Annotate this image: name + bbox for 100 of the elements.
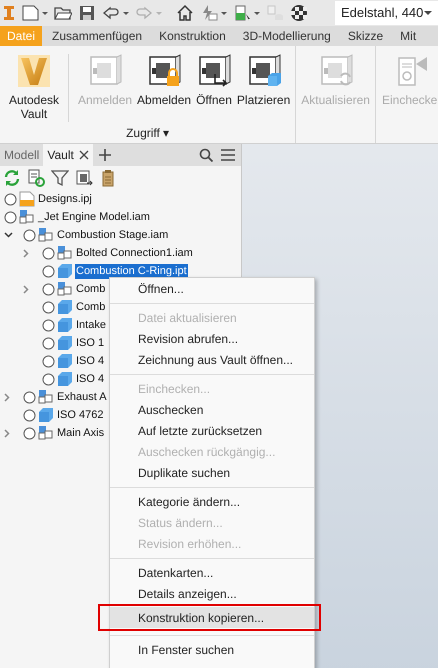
caret-icon	[42, 12, 48, 14]
menu-icon[interactable]	[221, 149, 235, 161]
tree-item[interactable]: Combustion Stage.iam	[56, 228, 170, 242]
refresh-icon[interactable]	[3, 169, 21, 187]
part-cursor-tool[interactable]	[233, 4, 260, 22]
tree-item[interactable]: Main Axis	[56, 426, 106, 440]
tree-item[interactable]: ISO 4	[75, 354, 106, 368]
safe-arrow-icon[interactable]	[75, 169, 93, 187]
status-circle-icon	[4, 192, 17, 206]
undo-tool[interactable]	[102, 4, 129, 22]
tree-item[interactable]: Intake	[75, 318, 107, 332]
group-label[interactable]: Zugriff ▾	[126, 124, 170, 142]
tree-item[interactable]: ISO 4762	[56, 408, 104, 422]
tree-item[interactable]: Bolted Connection1.iam	[75, 246, 194, 260]
redo-icon	[135, 4, 153, 22]
material-dropdown[interactable]: Edelstahl, 440	[335, 1, 438, 25]
menu-item[interactable]: Konstruktion kopieren...	[110, 607, 314, 628]
ribbon-tab[interactable]: Zusammenfügen	[45, 26, 150, 46]
caret-icon	[254, 12, 260, 14]
panel-tab[interactable]: Modell	[0, 144, 44, 166]
undo-icon	[102, 4, 120, 22]
safe-arrow-icon	[197, 54, 231, 88]
status-circle-icon	[23, 390, 36, 404]
ribbon-tab[interactable]: Mit	[393, 26, 424, 46]
blocks-icon	[38, 227, 54, 243]
list-refresh-icon[interactable]	[27, 169, 45, 187]
cube-icon	[57, 371, 73, 387]
new-file-tool[interactable]	[21, 4, 48, 22]
safe-lock-icon	[147, 54, 182, 88]
filter-icon[interactable]	[51, 169, 69, 187]
tree-item[interactable]: ISO 1	[75, 336, 106, 350]
blocks-icon	[19, 209, 35, 225]
caret-icon	[221, 12, 227, 14]
status-circle-icon	[42, 264, 55, 278]
ribbon-button[interactable]: Abmelden	[135, 54, 194, 107]
menu-item[interactable]: Datenkarten...	[110, 562, 314, 583]
ribbon-button[interactable]: Öffnen	[194, 54, 234, 107]
menu-item[interactable]: In Fenster suchen	[110, 639, 314, 660]
menu-item[interactable]: Zeichnung aus Vault öffnen...	[110, 349, 314, 370]
ribbon-tab[interactable]: Skizze	[340, 26, 390, 46]
save-icon	[78, 4, 96, 22]
save-tool[interactable]	[78, 4, 96, 22]
close-icon[interactable]	[78, 150, 89, 160]
add-icon[interactable]	[98, 149, 111, 161]
menu-item[interactable]: Duplikate suchen	[110, 462, 314, 483]
cube-icon	[57, 335, 73, 351]
checker-ball-tool[interactable]	[290, 4, 308, 22]
ribbon-button[interactable]: Platzieren	[234, 54, 292, 107]
menu-item[interactable]: Auschecken	[110, 399, 314, 420]
lightning-icon	[200, 4, 218, 22]
database-icon	[266, 4, 284, 22]
caret-icon	[156, 12, 162, 14]
ribbon-tab[interactable]: Konstruktion	[152, 26, 233, 46]
project-file-icon	[19, 191, 35, 207]
tree-item[interactable]: _Jet Engine Model.iam	[37, 210, 151, 224]
expand-caret-icon[interactable]	[4, 232, 13, 238]
tree-item[interactable]: Comb	[75, 300, 106, 314]
tree-item[interactable]: ISO 4	[75, 372, 106, 386]
status-circle-icon	[23, 426, 36, 440]
lightning-tool[interactable]	[200, 4, 227, 22]
blocks-icon	[57, 245, 73, 261]
tree-item[interactable]: Combustion C-Ring.ipt	[75, 264, 188, 278]
status-circle-icon	[42, 282, 55, 296]
cube-icon	[57, 299, 73, 315]
status-circle-icon	[23, 228, 36, 242]
caret-icon	[123, 12, 129, 14]
panel-tab[interactable]: Vault	[43, 144, 93, 166]
home-icon	[176, 4, 194, 22]
blocks-icon	[38, 425, 54, 441]
tree-item[interactable]: Comb	[75, 282, 106, 296]
checker-ball-icon	[290, 4, 308, 22]
status-circle-icon	[23, 408, 36, 422]
menu-item[interactable]: Kategorie ändern...	[110, 491, 314, 512]
ribbon-tab[interactable]: 3D-Modellierung	[236, 26, 338, 46]
caret-icon	[424, 11, 432, 15]
cube-icon	[57, 353, 73, 369]
cube-icon	[57, 263, 73, 279]
blocks-icon	[38, 389, 54, 405]
blocks-icon	[57, 281, 73, 297]
beam-logo-icon	[3, 5, 15, 21]
tree-item[interactable]: Designs.ipj	[37, 192, 93, 206]
home-tool[interactable]	[176, 4, 194, 22]
status-circle-icon	[42, 372, 55, 386]
menu-item[interactable]: Öffnen...	[110, 278, 314, 299]
tree-item[interactable]: Exhaust A	[56, 390, 108, 404]
search-icon[interactable]	[199, 148, 213, 162]
menu-item[interactable]: Details anzeigen...	[110, 583, 314, 604]
status-circle-icon	[42, 354, 55, 368]
status-circle-icon	[42, 318, 55, 332]
new-file-icon	[21, 4, 39, 22]
menu-item[interactable]: Auf letzte zurücksetzen	[110, 420, 314, 441]
menu-item[interactable]: Revision abrufen...	[110, 328, 314, 349]
safe-refresh-icon	[318, 54, 353, 88]
cube-icon	[57, 317, 73, 333]
status-circle-icon	[42, 300, 55, 314]
vault-logo-icon	[17, 54, 51, 88]
status-circle-icon	[42, 336, 55, 350]
status-circle-icon	[4, 210, 17, 224]
ribbon-button[interactable]: Autodesk Vault	[3, 54, 69, 122]
part-cursor-icon	[233, 4, 251, 22]
